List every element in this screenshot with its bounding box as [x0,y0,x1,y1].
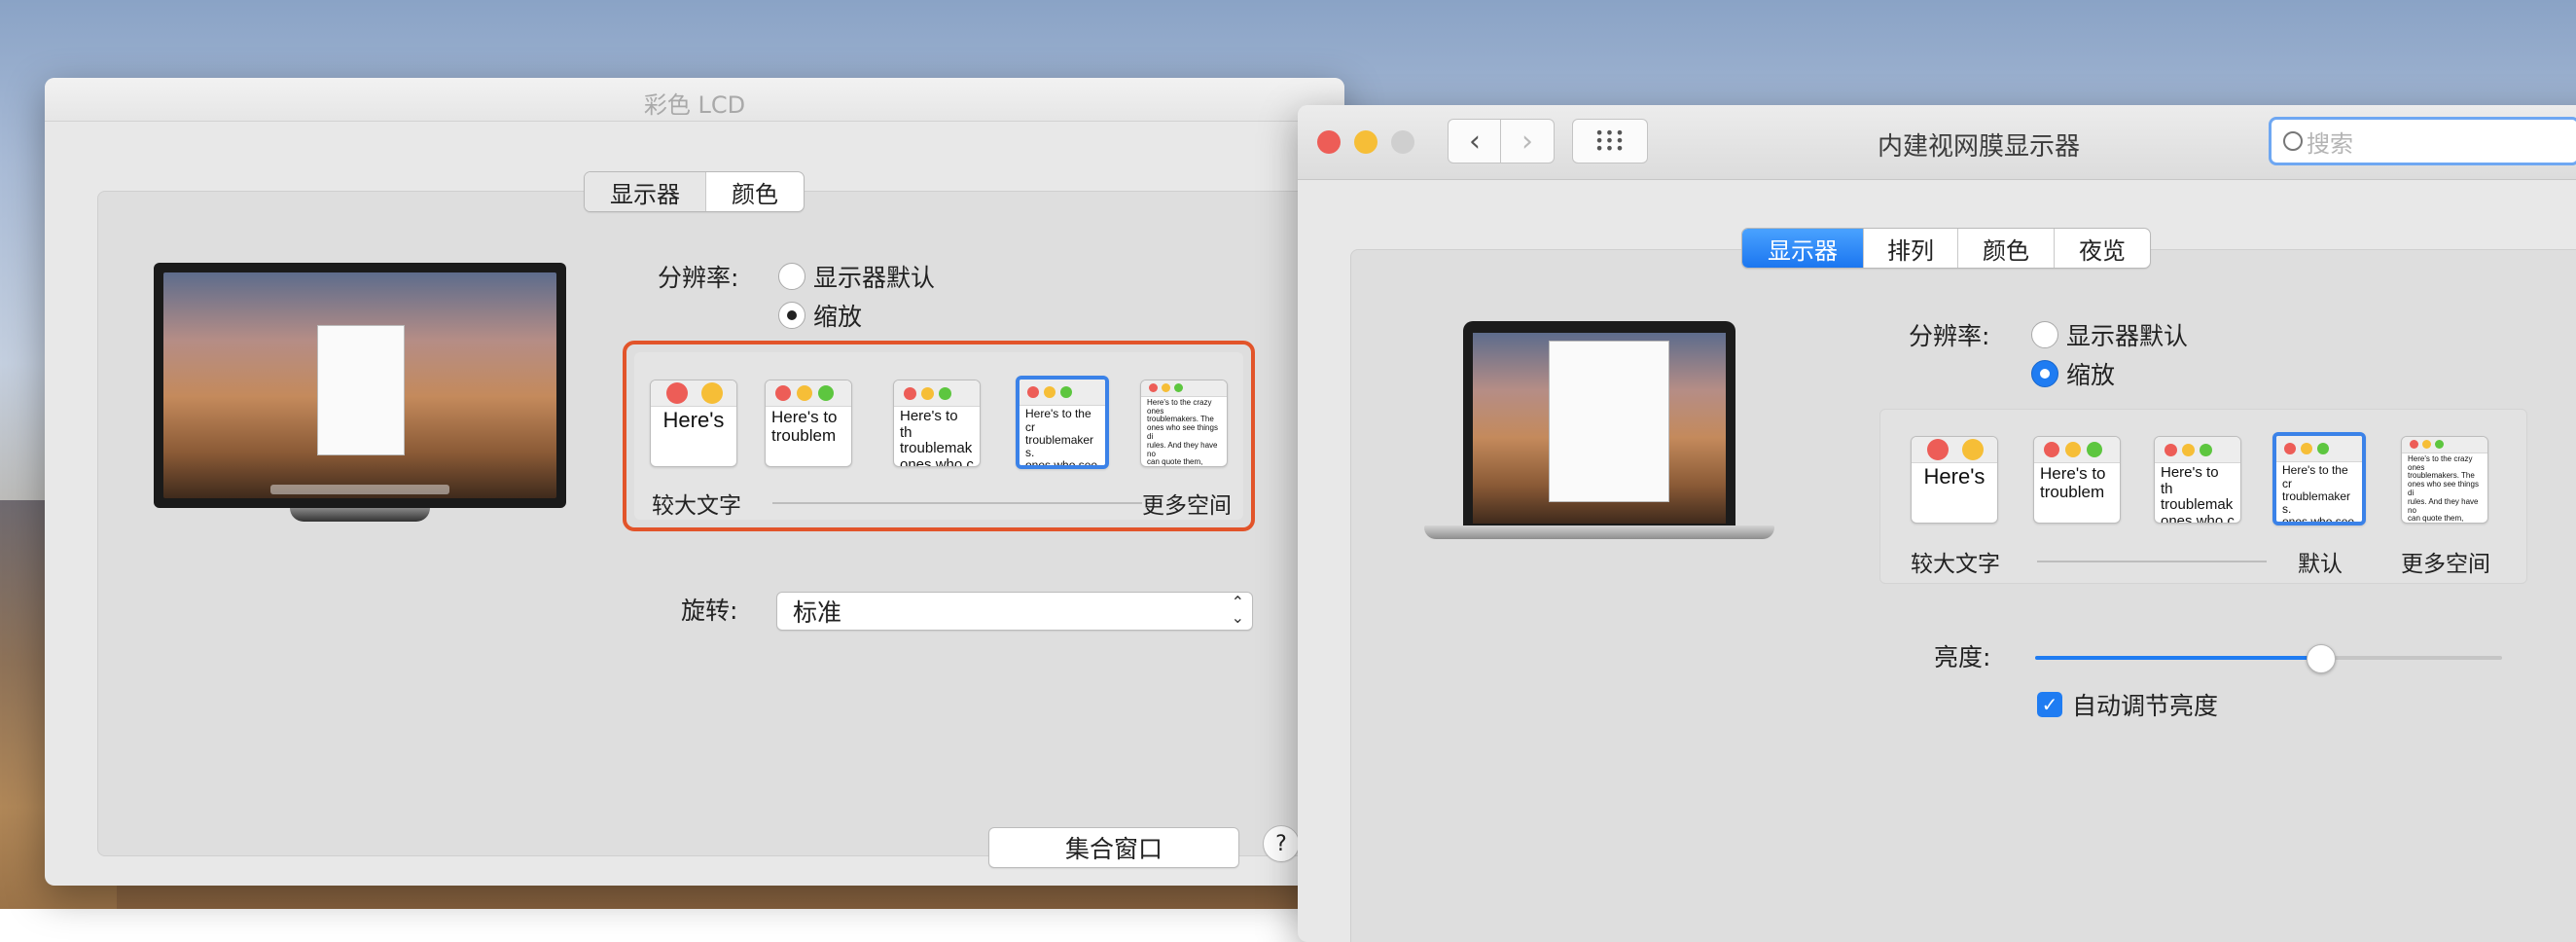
lcd-scale-option-2[interactable]: Here's to troublem [765,380,852,467]
lcd-monitor-illustration [154,263,566,522]
checkbox-label: 自动调节亮度 [2072,692,2219,720]
lcd-radio-display-default[interactable]: 显示器默认 [778,259,935,294]
lcd-tab-color[interactable]: 颜色 [706,172,804,211]
brightness-fill [2035,656,2320,660]
sample-text: Here's [662,408,725,433]
lcd-rotation-popup[interactable]: 标准 ⌃ ⌄ [776,592,1253,631]
lcd-resolution-label: 分辨率: [658,264,739,292]
radio-selected-icon [2031,360,2058,387]
radio-label: 缩放 [813,303,863,331]
radio-button-icon [2031,321,2058,348]
sample-text: Here's [1923,464,1986,489]
updown-chevron-icon: ⌃ ⌄ [1231,593,1244,627]
retina-tab-color[interactable]: 颜色 [1958,229,2055,268]
lcd-scale-option-5[interactable]: Here's to the crazy ones troublemakers. … [1140,380,1228,467]
lcd-window-title: 彩色 LCD [643,91,746,119]
radio-label: 显示器默认 [813,264,936,292]
retina-radio-scaled[interactable]: 缩放 [2031,356,2115,391]
retina-radio-display-default[interactable]: 显示器默认 [2031,317,2188,352]
retina-tab-night-shift[interactable]: 夜览 [2055,229,2150,268]
lcd-tab-bar: 显示器 颜色 [584,171,805,212]
sample-text: Here's to the crazy ones troublemakers. … [2408,453,2479,524]
retina-scale-default-label: 默认 [2298,552,2343,577]
lcd-scale-left-label: 较大文字 [652,493,741,519]
retina-tab-bar: 显示器 排列 颜色 夜览 [1741,228,2151,269]
retina-scale-option-4[interactable]: Here's to the cr troublemakers. ones who… [2272,432,2366,525]
sample-text: Here's to th troublemak ones who c [2161,464,2235,524]
brightness-knob[interactable] [2306,644,2336,673]
lcd-scale-option-3[interactable]: Here's to th troublemak ones who c [893,380,981,467]
retina-toolbar[interactable]: ‹ › ••• ••• ••• 内建视网膜显示器 搜索 [1298,105,2576,180]
lcd-display-window: 彩色 LCD 显示器 颜色 分辨率: 显示器默认 缩放 Here's Here'… [45,78,1344,886]
retina-resolution-label: 分辨率: [1909,322,1990,350]
sample-text: Here's to troublem [771,408,838,446]
lcd-titlebar[interactable]: 彩色 LCD [45,78,1344,122]
help-button[interactable]: ? [1263,825,1300,862]
retina-scale-option-5[interactable]: Here's to the crazy ones troublemakers. … [2401,436,2488,524]
auto-brightness-checkbox[interactable]: ✓ 自动调节亮度 [2037,687,2218,722]
lcd-scale-option-4[interactable]: Here's to the cr troublemakers. ones who… [1016,376,1109,469]
lcd-tab-display[interactable]: 显示器 [585,172,706,211]
retina-scale-option-1[interactable]: Here's [1911,436,1998,524]
search-field[interactable]: 搜索 [2269,117,2576,165]
lcd-radio-scaled[interactable]: 缩放 [778,298,862,333]
retina-scale-left-label: 较大文字 [1911,552,2000,577]
retina-scale-option-3[interactable]: Here's to th troublemak ones who c [2154,436,2241,524]
brightness-label: 亮度: [1934,643,1991,671]
macbook-illustration [1424,321,1774,551]
retina-scale-right-label: 更多空间 [2401,552,2490,577]
lcd-rotation-label: 旋转: [681,597,738,625]
checkmark-icon: ✓ [2037,692,2062,717]
lcd-scale-option-1[interactable]: Here's [650,380,737,467]
retina-scale-option-2[interactable]: Here's to troublem [2033,436,2121,524]
sample-text: Here's to the cr troublemakers. ones who… [2282,463,2355,525]
lcd-scale-right-label: 更多空间 [1142,493,1232,519]
sample-text: Here's to the cr troublemakers. ones who… [1025,407,1098,469]
brightness-slider[interactable] [2035,644,2502,673]
sample-text: Here's to th troublemak ones who c [900,408,974,467]
sample-text: Here's to troublem [2040,464,2106,502]
lcd-scale-track [772,502,1142,504]
retina-tab-display[interactable]: 显示器 [1742,229,1864,268]
retina-tab-arrangement[interactable]: 排列 [1864,229,1958,268]
search-placeholder: 搜索 [2307,129,2353,158]
rotation-value: 标准 [793,598,842,627]
radio-label: 显示器默认 [2066,322,2189,350]
radio-selected-icon [778,302,805,329]
retina-scale-track [2037,561,2267,562]
sample-text: Here's to the crazy ones troublemakers. … [1147,397,1218,467]
radio-label: 缩放 [2066,361,2116,389]
retina-display-window: ‹ › ••• ••• ••• 内建视网膜显示器 搜索 显示器 排列 颜色 夜览 分… [1298,105,2576,942]
radio-button-icon [778,263,805,290]
search-icon [2283,131,2303,151]
gather-windows-button[interactable]: 集合窗口 [988,827,1239,868]
